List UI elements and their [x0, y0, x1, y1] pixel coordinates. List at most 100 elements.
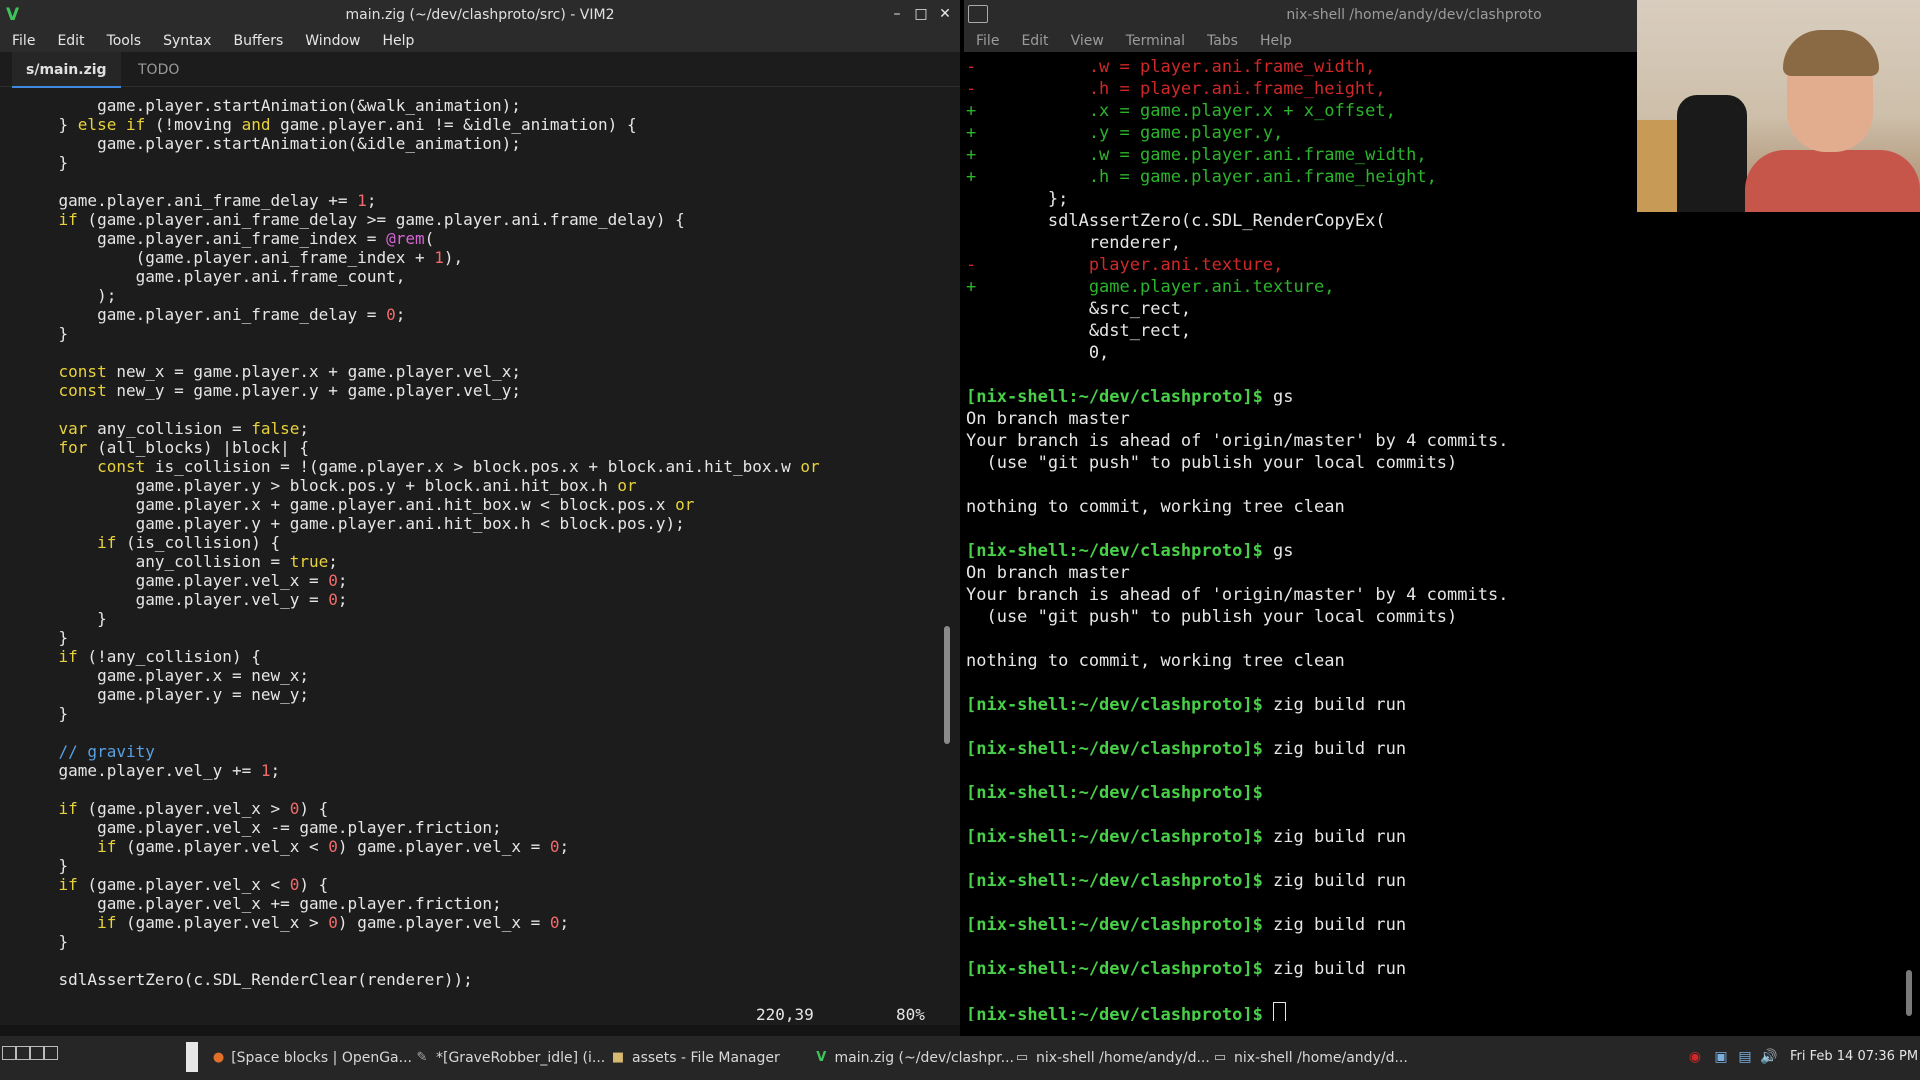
menu-syntax[interactable]: Syntax — [151, 30, 221, 52]
code-line: } — [20, 932, 69, 951]
shell-prompt: [nix-shell:~/dev/clashproto]$ — [966, 871, 1263, 891]
clock[interactable]: Fri Feb 14 07:36 PM — [1790, 1049, 1918, 1064]
workspace-4-icon[interactable] — [44, 1046, 58, 1060]
shell-command: zig build run — [1262, 959, 1407, 979]
shell-prompt-line: [nix-shell:~/dev/clashproto]$ gs — [966, 386, 1294, 408]
taskbar-item-label: main.zig (~/dev/clashpr... — [834, 1050, 1014, 1066]
shell-command: zig build run — [1262, 827, 1407, 847]
diff-added-line: + .x = game.player.x + x_offset, — [966, 101, 1396, 121]
code-line: if (game.player.vel_x < 0) { — [58, 875, 329, 894]
term-menu-terminal[interactable]: Terminal — [1114, 30, 1195, 52]
output-line: &src_rect, — [966, 299, 1192, 319]
tab-todo[interactable]: TODO — [124, 52, 193, 86]
taskbar-item-file-manager[interactable]: ■ assets - File Manager — [604, 1036, 816, 1080]
code-editor[interactable]: game.player.startAnimation(&walk_animati… — [0, 96, 940, 996]
webcam-overlay — [1637, 0, 1920, 212]
shell-prompt: [nix-shell:~/dev/clashproto]$ — [966, 387, 1263, 407]
code-line: game.player.y > block.pos.y + block.ani.… — [135, 476, 637, 495]
code-line: game.player.ani_frame_index = @rem( — [97, 229, 435, 248]
tray-updates-icon[interactable]: ▤ — [1736, 1048, 1754, 1066]
code-line: game.player.y + game.player.ani.hit_box.… — [135, 514, 685, 533]
volume-icon[interactable]: 🔊 — [1760, 1048, 1778, 1066]
menu-buffers[interactable]: Buffers — [221, 30, 293, 52]
term-menu-edit[interactable]: Edit — [1009, 30, 1058, 52]
editor-scrollbar[interactable] — [944, 626, 950, 744]
output-line: nothing to commit, working tree clean — [966, 651, 1345, 671]
shell-prompt-line: [nix-shell:~/dev/clashproto]$ zig build … — [966, 826, 1406, 848]
term-menu-help[interactable]: Help — [1248, 30, 1302, 52]
output-line: Your branch is ahead of 'origin/master' … — [966, 431, 1509, 451]
shell-prompt: [nix-shell:~/dev/clashproto]$ — [966, 739, 1263, 759]
shell-prompt: [nix-shell:~/dev/clashproto]$ — [966, 915, 1263, 935]
output-line: (use "git push" to publish your local co… — [966, 453, 1458, 473]
terminal-icon: ▭ — [1015, 1050, 1029, 1065]
workspace-1-icon[interactable] — [2, 1046, 16, 1060]
term-menu-view[interactable]: View — [1059, 30, 1114, 52]
shell-prompt: [nix-shell:~/dev/clashproto]$ — [966, 959, 1263, 979]
menu-window[interactable]: Window — [293, 30, 370, 52]
shell-command — [1263, 1005, 1273, 1021]
vim-statusline: 220,39 80% — [0, 1003, 960, 1025]
terminal-scrollbar[interactable] — [1906, 970, 1912, 1016]
active-workspace-indicator — [186, 1042, 198, 1072]
shell-prompt-line: [nix-shell:~/dev/clashproto]$ zig build … — [966, 958, 1406, 980]
menu-help[interactable]: Help — [370, 30, 424, 52]
taskbar-item-gimp[interactable]: ✎ *[GraveRobber_idle] (i... — [408, 1036, 612, 1080]
taskbar-item-label: *[GraveRobber_idle] (i... — [436, 1050, 606, 1066]
code-line: if (game.player.ani_frame_delay >= game.… — [58, 210, 685, 229]
taskbar-item-label: assets - File Manager — [632, 1050, 780, 1066]
maximize-button[interactable]: □ — [912, 5, 930, 23]
menu-file[interactable]: File — [0, 30, 45, 52]
vim-tabbar: s/main.zig TODO — [0, 52, 960, 88]
tab-main-zig[interactable]: s/main.zig — [12, 52, 121, 88]
code-line: game.player.vel_x -= game.player.frictio… — [97, 818, 502, 837]
network-status-icon[interactable]: ◉ — [1686, 1048, 1704, 1066]
output-line: sdlAssertZero(c.SDL_RenderCopyEx( — [966, 211, 1386, 231]
output-line: Your branch is ahead of 'origin/master' … — [966, 585, 1509, 605]
code-line: game.player.vel_y += 1; — [58, 761, 281, 780]
code-line: game.player.ani.frame_count, — [135, 267, 406, 286]
vim-icon: V — [816, 1050, 827, 1065]
code-line: } — [20, 704, 69, 723]
diff-removed-line: - .h = player.ani.frame_height, — [966, 79, 1386, 99]
diff-added-line: + game.player.ani.texture, — [966, 277, 1335, 297]
code-line: game.player.x = new_x; — [97, 666, 310, 685]
cursor-position: 220,39 — [756, 1005, 814, 1024]
shell-prompt: [nix-shell:~/dev/clashproto]$ — [966, 783, 1263, 803]
menu-edit[interactable]: Edit — [45, 30, 94, 52]
term-menu-file[interactable]: File — [964, 30, 1009, 52]
shell-command: zig build run — [1262, 871, 1407, 891]
code-line: } — [20, 324, 69, 343]
shell-prompt: [nix-shell:~/dev/clashproto]$ — [966, 827, 1263, 847]
term-menu-tabs[interactable]: Tabs — [1195, 30, 1248, 52]
shell-prompt-line: [nix-shell:~/dev/clashproto]$ zig build … — [966, 738, 1406, 760]
taskbar-item-terminal-1[interactable]: ▭ nix-shell /home/andy/d... — [1008, 1036, 1216, 1080]
vim-menubar: File Edit Tools Syntax Buffers Window He… — [0, 30, 960, 52]
code-line: if (!any_collision) { — [58, 647, 261, 666]
workspace-2-icon[interactable] — [16, 1046, 30, 1060]
tray-app-icon[interactable]: ▣ — [1712, 1048, 1730, 1066]
diff-added-line: + .y = game.player.y, — [966, 123, 1284, 143]
workspace-3-icon[interactable] — [30, 1046, 44, 1060]
webcam-person-hair — [1783, 30, 1879, 76]
code-line: } — [20, 153, 69, 172]
taskbar-item-label: nix-shell /home/andy/d... — [1234, 1050, 1408, 1066]
code-line: if (game.player.vel_x > 0) game.player.v… — [97, 913, 570, 932]
shell-prompt-line: [nix-shell:~/dev/clashproto]$ zig build … — [966, 694, 1406, 716]
taskbar-item-browser[interactable]: ● [Space blocks | OpenGa... — [206, 1036, 418, 1080]
code-line: } — [20, 609, 107, 628]
vim-titlebar[interactable]: V main.zig (~/dev/clashproto/src) - VIM2… — [0, 0, 960, 30]
code-line: game.player.vel_y = 0; — [135, 590, 348, 609]
taskbar-item-vim[interactable]: V main.zig (~/dev/clashpr... — [808, 1036, 1020, 1080]
shell-prompt-line: [nix-shell:~/dev/clashproto]$ — [966, 1002, 1287, 1021]
code-line: for (all_blocks) |block| { — [58, 438, 310, 457]
shell-command: gs — [1262, 541, 1294, 561]
minimize-button[interactable]: – — [888, 5, 906, 23]
shell-prompt: [nix-shell:~/dev/clashproto]$ — [966, 695, 1263, 715]
webcam-person-shirt — [1745, 150, 1920, 212]
close-button[interactable]: ✕ — [936, 5, 954, 23]
taskbar-item-terminal-2[interactable]: ▭ nix-shell /home/andy/d... — [1206, 1036, 1418, 1080]
menu-tools[interactable]: Tools — [95, 30, 152, 52]
code-line: const is_collision = !(game.player.x > b… — [97, 457, 820, 476]
shell-prompt: [nix-shell:~/dev/clashproto]$ — [966, 1005, 1263, 1021]
